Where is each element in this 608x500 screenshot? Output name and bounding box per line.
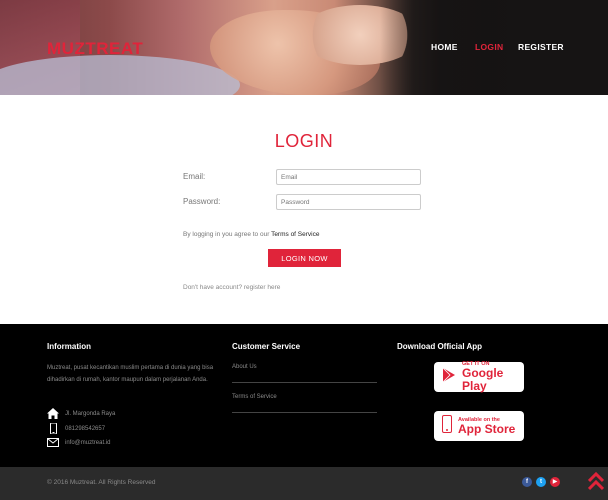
google-play-badge[interactable]: GET IT ON Google Play: [434, 361, 524, 393]
divider: [232, 382, 377, 383]
terms-notice: By logging in you agree to our Terms of …: [183, 231, 319, 238]
bottom-bar: © 2016 Muztreat. All Rights Reserved f t…: [0, 467, 608, 500]
hero-banner: MUZTREAT HOME LOGIN REGISTER: [0, 0, 608, 95]
info-heading: Information: [47, 342, 91, 351]
login-button[interactable]: LOGIN NOW: [268, 249, 341, 267]
nav-home[interactable]: HOME: [431, 42, 458, 52]
twitter-icon[interactable]: t: [536, 477, 546, 487]
youtube-icon[interactable]: ▶: [550, 477, 560, 487]
email-label: Email:: [183, 172, 206, 181]
app-store-text: Available on the App Store: [458, 417, 515, 436]
about-us-link[interactable]: About Us: [232, 364, 257, 370]
mail-icon: [47, 437, 59, 448]
app-store-badge[interactable]: Available on the App Store: [434, 411, 524, 441]
google-play-big: Google Play: [462, 366, 504, 393]
email-field[interactable]: [276, 169, 421, 185]
copyright: © 2016 Muztreat. All Rights Reserved: [47, 479, 156, 486]
email-text: info@muztreat.id: [65, 439, 111, 446]
scroll-to-top-icon[interactable]: [587, 471, 605, 500]
password-field[interactable]: [276, 194, 421, 210]
terms-link[interactable]: Terms of Service: [271, 231, 319, 238]
phone-text: 081298542657: [65, 425, 106, 432]
brand-logo[interactable]: MUZTREAT: [47, 39, 143, 59]
terms-of-service-link[interactable]: Terms of Service: [232, 394, 277, 400]
register-link[interactable]: Don't have account? register here: [183, 284, 280, 291]
contact-address: Jl. Margonda Raya: [47, 408, 115, 419]
customer-service-heading: Customer Service: [232, 342, 301, 351]
phone-app-icon: [442, 414, 452, 438]
nav-register[interactable]: REGISTER: [518, 42, 564, 52]
hero-image-part: [0, 55, 240, 95]
contact-phone: 081298542657: [47, 422, 106, 435]
info-text: Muztreat, pusat kecantikan muslim pertam…: [47, 365, 214, 383]
page-title: LOGIN: [274, 131, 334, 151]
facebook-icon[interactable]: f: [522, 477, 532, 487]
contact-email: info@muztreat.id: [47, 437, 110, 448]
nav-login[interactable]: LOGIN: [475, 42, 503, 52]
terms-notice-text: By logging in you agree to our: [183, 231, 272, 238]
download-app-heading: Download Official App: [397, 342, 483, 351]
google-play-text: GET IT ON Google Play: [462, 361, 524, 393]
address-text: Jl. Margonda Raya: [65, 410, 116, 417]
home-icon: [47, 408, 59, 419]
app-store-big: App Store: [458, 421, 516, 436]
login-section: LOGIN Email: Password: By logging in you…: [0, 95, 608, 324]
phone-icon: [47, 422, 59, 435]
google-play-icon: [442, 367, 456, 388]
password-label: Password:: [183, 197, 221, 206]
footer: Information Muztreat, pusat kecantikan m…: [0, 324, 608, 467]
divider: [232, 412, 377, 413]
